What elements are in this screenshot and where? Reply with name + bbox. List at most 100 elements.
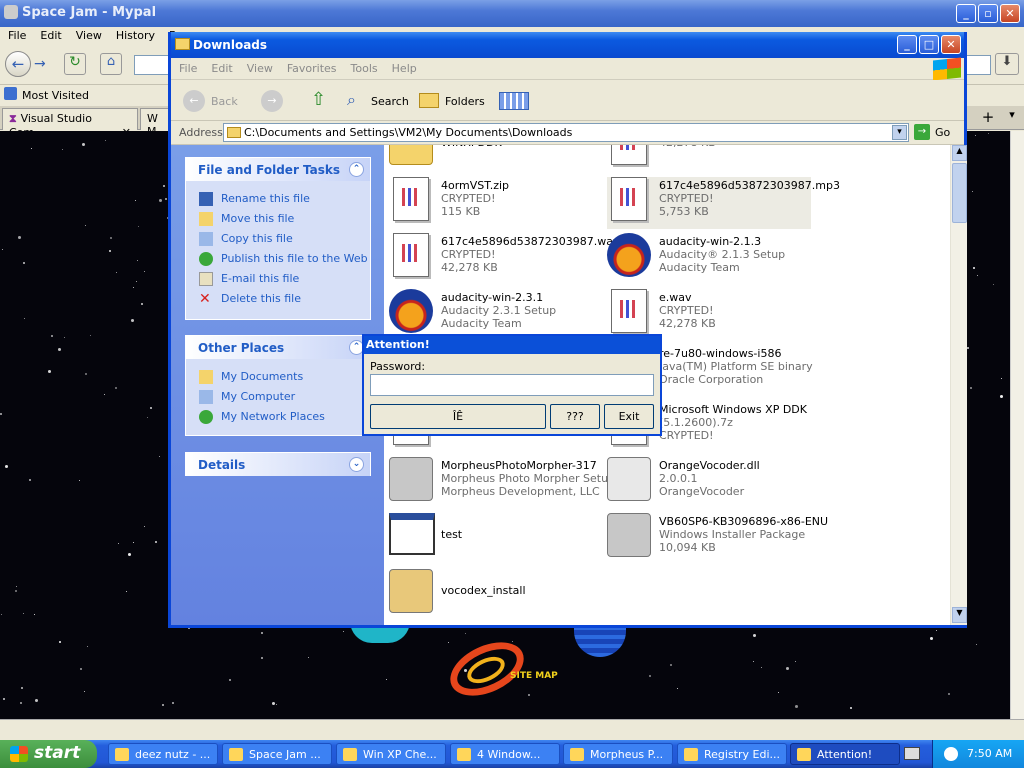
- menu-edit[interactable]: Edit: [32, 27, 67, 42]
- menu-view[interactable]: View: [68, 27, 108, 42]
- expand-chevron-icon[interactable]: ⌄: [349, 457, 364, 472]
- address-input[interactable]: C:\Documents and Settings\VM2\My Documen…: [223, 123, 909, 142]
- tab-list-icon[interactable]: ▾: [1002, 108, 1022, 128]
- clock[interactable]: 7:50 AM: [967, 747, 1012, 760]
- file-name: 617c4e5896d53872303987.wav: [441, 235, 620, 248]
- restore-icon[interactable]: ▫: [978, 4, 998, 23]
- explorer-menu-bar: File Edit View Favorites Tools Help: [171, 58, 964, 80]
- explorer-minimize-icon[interactable]: _: [897, 35, 917, 54]
- download-icon[interactable]: ⬇: [995, 53, 1019, 75]
- help-button[interactable]: ???: [550, 404, 600, 429]
- views-icon[interactable]: [499, 92, 529, 110]
- star: [159, 456, 160, 457]
- go-button[interactable]: Go: [935, 126, 950, 139]
- menu-file[interactable]: File: [0, 27, 32, 42]
- task-icon: [115, 748, 129, 761]
- file-name: OrangeVocoder.dll: [659, 459, 760, 472]
- panel-header[interactable]: File and Folder Tasks ⌃: [186, 158, 370, 181]
- file-item[interactable]: test: [389, 513, 609, 565]
- tray-icon[interactable]: [944, 747, 958, 761]
- star: [23, 262, 25, 264]
- close-icon[interactable]: ✕: [1000, 4, 1020, 23]
- folders-icon[interactable]: [419, 93, 439, 108]
- place-my-network[interactable]: My Network Places: [186, 407, 370, 427]
- menu-edit[interactable]: Edit: [203, 58, 238, 75]
- ok-button[interactable]: ÎÊ: [370, 404, 546, 429]
- taskbar-button[interactable]: Win XP Che...: [336, 743, 446, 765]
- forward-arrow-icon[interactable]: →: [34, 56, 46, 72]
- task-email[interactable]: E-mail this file: [186, 269, 370, 289]
- panel-header[interactable]: Other Places ⌃: [186, 336, 370, 359]
- explorer-maximize-icon[interactable]: □: [919, 35, 939, 54]
- new-tab-icon[interactable]: +: [977, 108, 999, 128]
- menu-file[interactable]: File: [171, 58, 203, 75]
- explorer-close-icon[interactable]: ✕: [941, 35, 961, 54]
- keyboard-icon[interactable]: [904, 747, 920, 760]
- taskbar-button[interactable]: Attention!: [790, 743, 900, 765]
- search-icon[interactable]: ⌕: [347, 90, 356, 110]
- menu-tools[interactable]: Tools: [343, 58, 384, 75]
- menu-history[interactable]: History: [108, 27, 161, 42]
- url-input[interactable]: [134, 55, 170, 75]
- scroll-down-icon[interactable]: ▼: [952, 607, 967, 623]
- scroll-thumb[interactable]: [952, 163, 967, 223]
- panel-header[interactable]: Details ⌄: [186, 453, 370, 476]
- file-item[interactable]: 617c4e5896d53872303987.wav CRYPTED! 42,278…: [389, 233, 620, 285]
- star: [972, 191, 973, 192]
- file-item[interactable]: VB60SP6-KB3096896-x86-ENU Windows Install…: [607, 513, 828, 565]
- taskbar-button[interactable]: 4 Window...: [450, 743, 560, 765]
- exit-button[interactable]: Exit: [604, 404, 654, 429]
- menu-help[interactable]: Help: [384, 58, 423, 75]
- file-item[interactable]: OrangeVocoder.dll 2.0.0.1 OrangeVocoder: [607, 457, 827, 509]
- task-move[interactable]: Move this file: [186, 209, 370, 229]
- file-item[interactable]: CRYPTED!42,278 KB: [607, 145, 827, 173]
- search-button-label[interactable]: Search: [371, 95, 409, 108]
- file-list-scrollbar[interactable]: ▲ ▼: [950, 145, 967, 625]
- password-input[interactable]: [370, 374, 654, 396]
- search-box[interactable]: [965, 55, 991, 75]
- tab-w[interactable]: W M: [140, 108, 170, 138]
- up-folder-icon[interactable]: ⇧: [311, 89, 326, 110]
- task-copy[interactable]: Copy this file: [186, 229, 370, 249]
- start-label: start: [34, 743, 81, 763]
- menu-view[interactable]: View: [239, 58, 279, 75]
- go-arrow-icon[interactable]: →: [914, 124, 930, 140]
- back-arrow-icon[interactable]: ←: [5, 51, 31, 77]
- star: [512, 641, 513, 642]
- taskbar-button[interactable]: deez nutz - ...: [108, 743, 218, 765]
- place-my-documents[interactable]: My Documents: [186, 367, 370, 387]
- star: [159, 199, 162, 202]
- collapse-chevron-icon[interactable]: ⌃: [349, 162, 364, 177]
- back-button-label[interactable]: Back: [211, 95, 238, 108]
- address-dropdown-icon[interactable]: ▾: [892, 125, 907, 140]
- file-item[interactable]: 617c4e5896d53872303987.mp3 CRYPTED! 5,753 …: [607, 177, 840, 229]
- taskbar-button[interactable]: Morpheus P...: [563, 743, 673, 765]
- file-item[interactable]: MorpheusPhotoMorpher-317 Morpheus Photo M…: [389, 457, 615, 509]
- file-name: 4ormVST.zip: [441, 179, 510, 192]
- file-item[interactable]: vocodex_install: [389, 569, 609, 621]
- reload-icon[interactable]: ↻: [64, 53, 86, 75]
- scroll-up-icon[interactable]: ▲: [952, 145, 967, 161]
- taskbar-label: Attention!: [817, 748, 873, 761]
- file-item[interactable]: 4ormVST.zip CRYPTED! 115 KB: [389, 177, 609, 229]
- taskbar-button[interactable]: Space Jam ...: [222, 743, 332, 765]
- place-my-computer[interactable]: My Computer: [186, 387, 370, 407]
- menu-favorites[interactable]: Favorites: [279, 58, 343, 75]
- site-map-label[interactable]: SITE MAP: [510, 671, 558, 681]
- browser-scrollbar[interactable]: [1010, 131, 1024, 719]
- folders-button-label[interactable]: Folders: [445, 95, 485, 108]
- star: [795, 661, 796, 662]
- task-rename[interactable]: Rename this file: [186, 189, 370, 209]
- task-publish[interactable]: Publish this file to the Web: [186, 249, 370, 269]
- tab-visual-studio[interactable]: ⧗ Visual Studio Com... ✕: [2, 108, 138, 139]
- file-item[interactable]: WINXPDDK: [389, 145, 609, 173]
- minimize-icon[interactable]: _: [956, 4, 976, 23]
- home-icon[interactable]: ⌂: [100, 53, 122, 75]
- file-item[interactable]: audacity-win-2.1.3 Audacity® 2.1.3 Setup A…: [607, 233, 827, 285]
- task-delete[interactable]: ✕ Delete this file: [186, 289, 370, 309]
- taskbar-button[interactable]: Registry Edi...: [677, 743, 787, 765]
- forward-icon[interactable]: →: [261, 90, 283, 112]
- bookmark-most-visited[interactable]: Most Visited: [22, 89, 89, 102]
- star: [90, 335, 91, 336]
- back-icon[interactable]: ←: [183, 90, 205, 112]
